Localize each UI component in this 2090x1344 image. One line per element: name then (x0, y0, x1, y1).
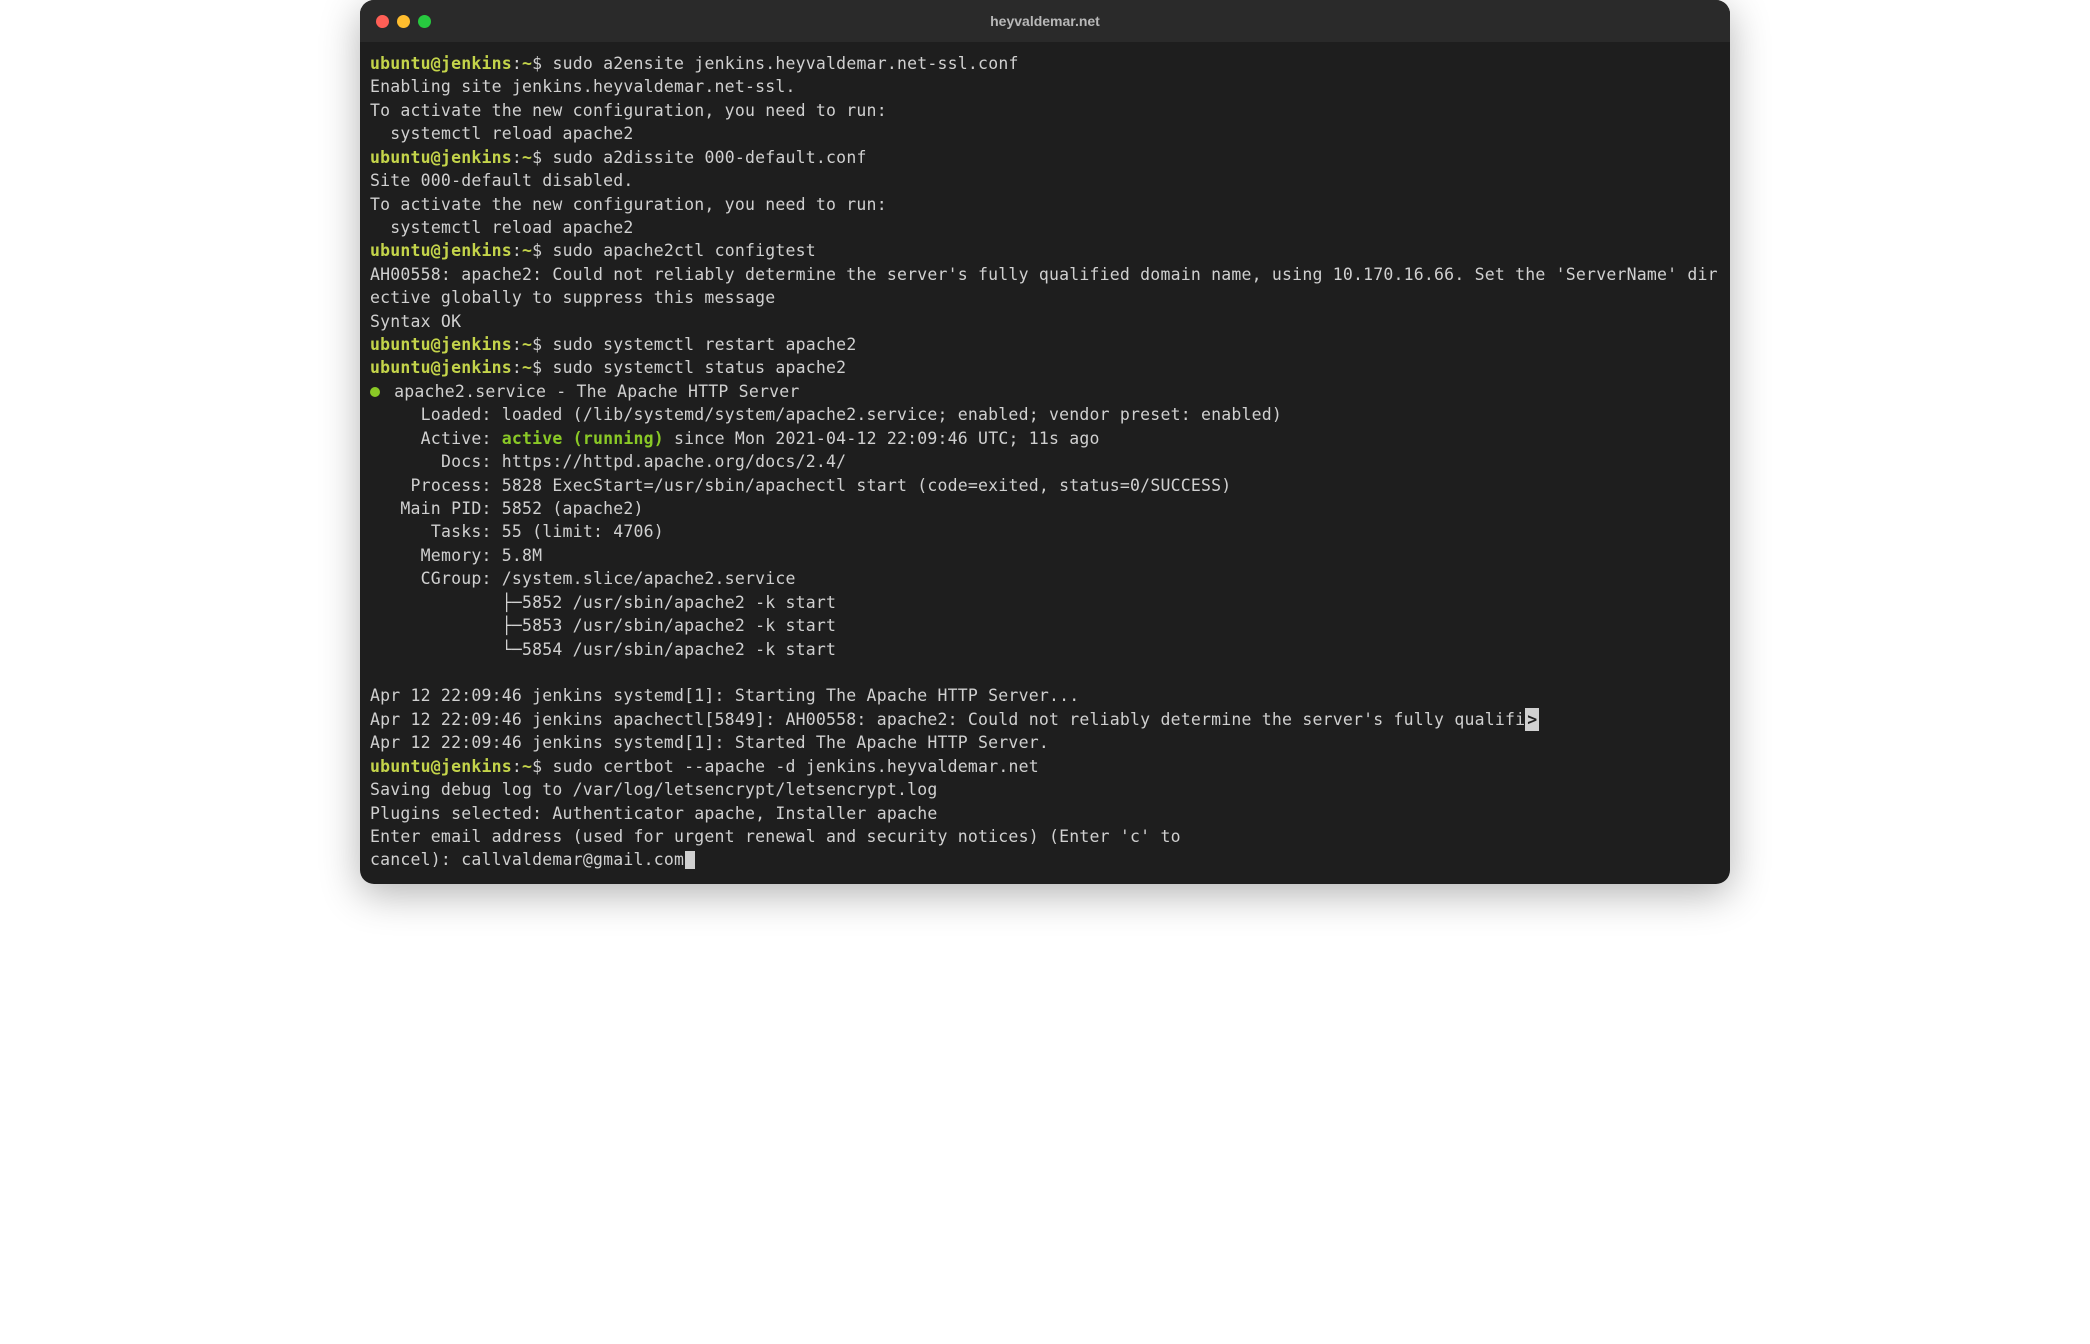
prompt-colon: : (512, 54, 522, 73)
terminal-window: heyvaldemar.net ubuntu@jenkins:~$ sudo a… (360, 0, 1730, 884)
scroll-indicator-icon: > (1525, 708, 1539, 731)
status-docs: Docs: https://httpd.apache.org/docs/2.4/ (370, 450, 1720, 473)
command-a2ensite: sudo a2ensite jenkins.heyvaldemar.net-ss… (552, 54, 1018, 73)
prompt-path: ~ (522, 148, 532, 167)
status-active-value: active (running) (502, 429, 664, 448)
prompt-user-host: ubuntu@jenkins (370, 54, 512, 73)
status-cgroup-item: ├─5853 /usr/sbin/apache2 -k start (370, 614, 1720, 637)
prompt-colon: : (512, 757, 522, 776)
status-header: apache2.service - The Apache HTTP Server (384, 382, 800, 401)
prompt-colon: : (512, 148, 522, 167)
command-configtest: sudo apache2ctl configtest (552, 241, 815, 260)
close-icon[interactable] (376, 15, 389, 28)
status-process: Process: 5828 ExecStart=/usr/sbin/apache… (370, 474, 1720, 497)
command-restart: sudo systemctl restart apache2 (552, 335, 856, 354)
certbot-output: Saving debug log to /var/log/letsencrypt… (370, 778, 1720, 801)
output-line: Site 000-default disabled. (370, 169, 1720, 192)
prompt-symbol: $ (532, 358, 542, 377)
output-line: systemctl reload apache2 (370, 122, 1720, 145)
prompt-path: ~ (522, 54, 532, 73)
output-line: To activate the new configuration, you n… (370, 193, 1720, 216)
prompt-symbol: $ (532, 241, 542, 260)
prompt-symbol: $ (532, 148, 542, 167)
certbot-output: Plugins selected: Authenticator apache, … (370, 802, 1720, 825)
prompt-path: ~ (522, 358, 532, 377)
prompt-user-host: ubuntu@jenkins (370, 757, 512, 776)
prompt-symbol: $ (532, 335, 542, 354)
status-mainpid: Main PID: 5852 (apache2) (370, 497, 1720, 520)
status-active-since: since Mon 2021-04-12 22:09:46 UTC; 11s a… (664, 429, 1100, 448)
output-line: Enabling site jenkins.heyvaldemar.net-ss… (370, 75, 1720, 98)
prompt-symbol: $ (532, 54, 542, 73)
cursor-icon (685, 851, 695, 869)
prompt-user-host: ubuntu@jenkins (370, 335, 512, 354)
status-cgroup-item: └─5854 /usr/sbin/apache2 -k start (370, 638, 1720, 661)
status-tasks: Tasks: 55 (limit: 4706) (370, 520, 1720, 543)
status-memory: Memory: 5.8M (370, 544, 1720, 567)
prompt-colon: : (512, 335, 522, 354)
minimize-icon[interactable] (397, 15, 410, 28)
output-line: Syntax OK (370, 310, 1720, 333)
prompt-colon: : (512, 358, 522, 377)
certbot-cancel-label: cancel): (370, 850, 461, 869)
traffic-lights (376, 15, 431, 28)
prompt-symbol: $ (532, 757, 542, 776)
status-active-label: Active: (370, 429, 502, 448)
prompt-path: ~ (522, 241, 532, 260)
certbot-output: Enter email address (used for urgent ren… (370, 825, 1720, 848)
log-line: Apr 12 22:09:46 jenkins apachectl[5849]:… (370, 710, 1525, 729)
prompt-user-host: ubuntu@jenkins (370, 241, 512, 260)
prompt-user-host: ubuntu@jenkins (370, 148, 512, 167)
prompt-path: ~ (522, 335, 532, 354)
email-input[interactable]: callvaldemar@gmail.com (461, 850, 684, 869)
title-bar: heyvaldemar.net (360, 0, 1730, 42)
prompt-user-host: ubuntu@jenkins (370, 358, 512, 377)
command-certbot: sudo certbot --apache -d jenkins.heyvald… (552, 757, 1038, 776)
command-a2dissite: sudo a2dissite 000-default.conf (552, 148, 866, 167)
output-line: systemctl reload apache2 (370, 216, 1720, 239)
window-title: heyvaldemar.net (360, 13, 1730, 29)
maximize-icon[interactable] (418, 15, 431, 28)
output-line: To activate the new configuration, you n… (370, 99, 1720, 122)
status-loaded: Loaded: loaded (/lib/systemd/system/apac… (370, 403, 1720, 426)
status-cgroup: CGroup: /system.slice/apache2.service (370, 567, 1720, 590)
command-status: sudo systemctl status apache2 (552, 358, 846, 377)
log-line: Apr 12 22:09:46 jenkins systemd[1]: Star… (370, 684, 1720, 707)
status-bullet-icon (370, 387, 380, 397)
prompt-path: ~ (522, 757, 532, 776)
status-cgroup-item: ├─5852 /usr/sbin/apache2 -k start (370, 591, 1720, 614)
output-line: AH00558: apache2: Could not reliably det… (370, 263, 1720, 310)
log-line: Apr 12 22:09:46 jenkins systemd[1]: Star… (370, 731, 1720, 754)
terminal-body[interactable]: ubuntu@jenkins:~$ sudo a2ensite jenkins.… (360, 42, 1730, 884)
prompt-colon: : (512, 241, 522, 260)
